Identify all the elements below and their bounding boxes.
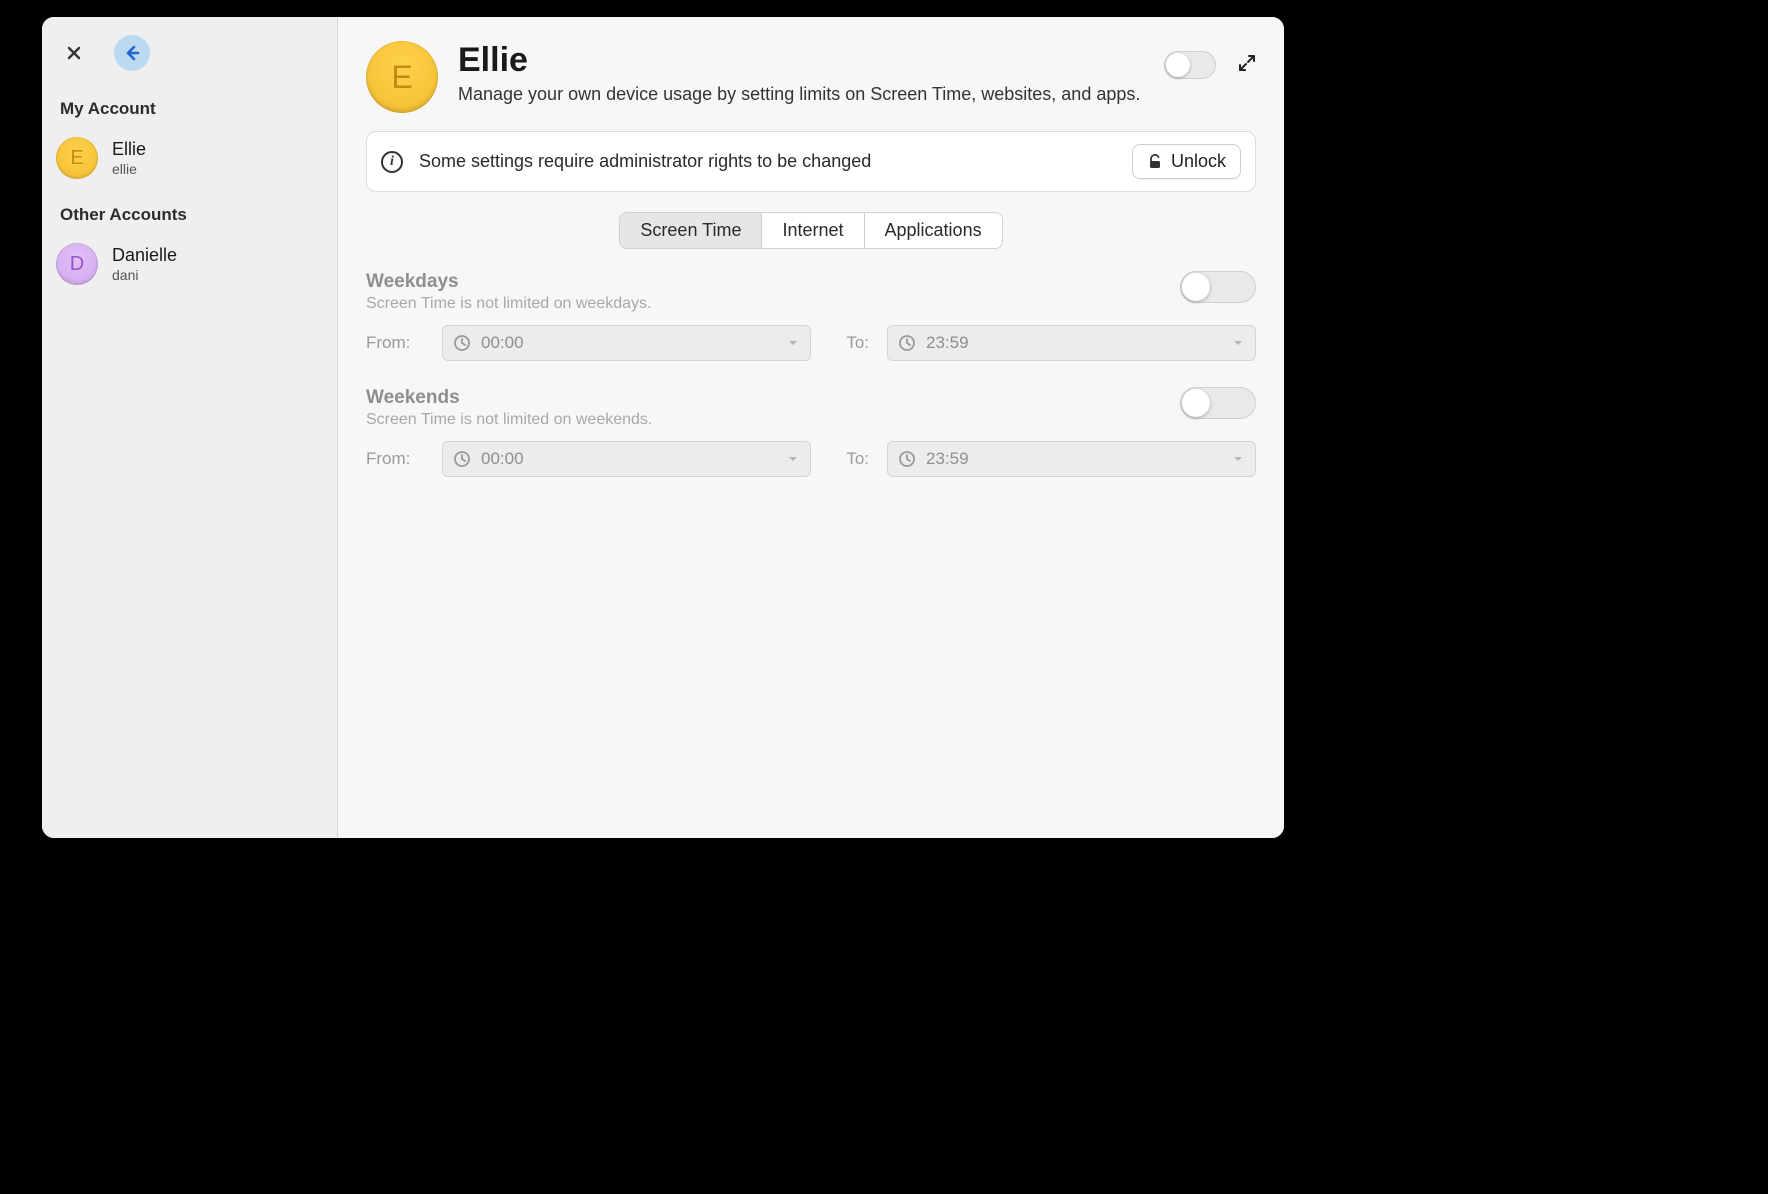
tab-internet[interactable]: Internet <box>762 213 864 248</box>
sidebar: My Account E Ellie ellie Other Accounts … <box>42 17 338 838</box>
tab-screen-time[interactable]: Screen Time <box>620 213 762 248</box>
weekends-section: Weekends Screen Time is not limited on w… <box>366 387 1256 477</box>
admin-rights-banner: i Some settings require administrator ri… <box>366 131 1256 192</box>
weekends-time-row: From: 00:00 To: 23:59 <box>366 441 1256 477</box>
unlock-button[interactable]: Unlock <box>1132 144 1241 179</box>
avatar: D <box>56 243 98 285</box>
weekends-from-field[interactable]: 00:00 <box>442 441 811 477</box>
clock-icon <box>898 334 916 352</box>
sidebar-nav <box>42 31 337 83</box>
weekdays-section: Weekdays Screen Time is not limited on w… <box>366 271 1256 361</box>
main-panel: E Ellie Manage your own device usage by … <box>338 17 1284 838</box>
account-name: Danielle <box>112 245 177 266</box>
weekends-to-field[interactable]: 23:59 <box>887 441 1256 477</box>
section-header: Weekends Screen Time is not limited on w… <box>366 387 1256 429</box>
section-titles: Weekdays Screen Time is not limited on w… <box>366 271 651 313</box>
header-avatar: E <box>366 41 438 113</box>
page-title: Ellie <box>458 41 1144 80</box>
section-header: Weekdays Screen Time is not limited on w… <box>366 271 1256 313</box>
time-value: 23:59 <box>926 333 969 353</box>
weekends-toggle[interactable] <box>1180 387 1256 419</box>
sidebar-section-other-accounts: Other Accounts <box>42 189 337 233</box>
from-label: From: <box>366 449 424 469</box>
account-labels: Ellie ellie <box>112 139 146 177</box>
info-icon: i <box>381 151 403 173</box>
weekdays-from-field[interactable]: 00:00 <box>442 325 811 361</box>
settings-window: My Account E Ellie ellie Other Accounts … <box>42 17 1284 838</box>
chevron-down-icon <box>786 452 800 466</box>
from-label: From: <box>366 333 424 353</box>
time-value: 00:00 <box>481 449 524 469</box>
weekdays-subtitle: Screen Time is not limited on weekdays. <box>366 295 651 313</box>
back-button[interactable] <box>114 35 150 71</box>
tab-group: Screen Time Internet Applications <box>619 212 1002 249</box>
tabs: Screen Time Internet Applications <box>366 212 1256 249</box>
weekdays-title: Weekdays <box>366 271 651 293</box>
to-label: To: <box>829 333 869 353</box>
master-toggle[interactable] <box>1164 51 1216 79</box>
sidebar-account-ellie[interactable]: E Ellie ellie <box>42 127 337 189</box>
weekdays-to-field[interactable]: 23:59 <box>887 325 1256 361</box>
account-labels: Danielle dani <box>112 245 177 283</box>
account-name: Ellie <box>112 139 146 160</box>
time-value: 23:59 <box>926 449 969 469</box>
chevron-down-icon <box>786 336 800 350</box>
unlock-label: Unlock <box>1171 151 1226 172</box>
header-controls <box>1164 41 1256 79</box>
account-username: ellie <box>112 161 146 177</box>
weekdays-time-row: From: 00:00 To: 23:59 <box>366 325 1256 361</box>
weekends-title: Weekends <box>366 387 652 409</box>
time-value: 00:00 <box>481 333 524 353</box>
header-text: Ellie Manage your own device usage by se… <box>458 41 1144 105</box>
expand-button[interactable] <box>1238 54 1256 77</box>
sidebar-account-danielle[interactable]: D Danielle dani <box>42 233 337 295</box>
account-username: dani <box>112 267 177 283</box>
expand-icon <box>1238 54 1256 72</box>
header: E Ellie Manage your own device usage by … <box>366 41 1256 131</box>
chevron-down-icon <box>1231 336 1245 350</box>
close-icon <box>66 45 82 61</box>
weekends-subtitle: Screen Time is not limited on weekends. <box>366 411 652 429</box>
weekdays-toggle[interactable] <box>1180 271 1256 303</box>
close-button[interactable] <box>62 41 86 65</box>
lock-open-icon <box>1147 154 1163 170</box>
avatar: E <box>56 137 98 179</box>
section-titles: Weekends Screen Time is not limited on w… <box>366 387 652 429</box>
page-subtitle: Manage your own device usage by setting … <box>458 84 1144 105</box>
banner-text: Some settings require administrator righ… <box>419 151 1116 172</box>
clock-icon <box>453 334 471 352</box>
sidebar-section-my-account: My Account <box>42 83 337 127</box>
clock-icon <box>453 450 471 468</box>
to-label: To: <box>829 449 869 469</box>
back-arrow-icon <box>123 44 141 62</box>
chevron-down-icon <box>1231 452 1245 466</box>
tab-applications[interactable]: Applications <box>865 213 1002 248</box>
clock-icon <box>898 450 916 468</box>
